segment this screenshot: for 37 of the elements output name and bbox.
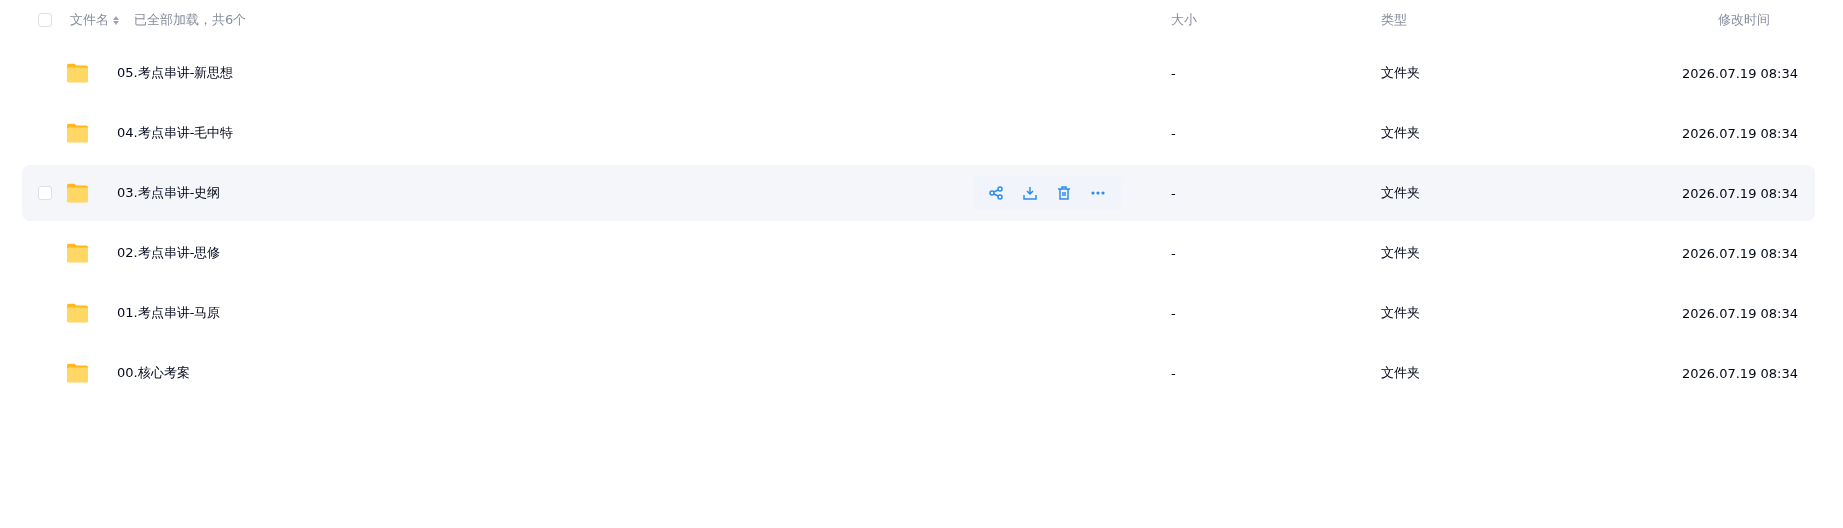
- highlighted-row[interactable]: 03.考点串讲-史纲 - 文件夹 2026.07.19 08:34: [22, 165, 1815, 221]
- size-cell-text: -: [1171, 245, 1177, 261]
- type-cell-text: 文件夹: [1381, 304, 1421, 322]
- trash-icon: [1057, 186, 1071, 200]
- size-cell-text: -: [1171, 125, 1177, 141]
- modified-cell-text: 2026.07.19 08:34: [1680, 125, 1798, 141]
- download-icon: [1023, 186, 1037, 200]
- file-name[interactable]: 05.考点串讲-新思想: [117, 64, 234, 82]
- file-name[interactable]: 04.考点串讲-毛中特: [117, 124, 234, 142]
- modified-cell-text: 2026.07.19 08:34: [1680, 65, 1798, 81]
- load-status: 已全部加载，共6个: [134, 11, 247, 29]
- size-cell-text: -: [1171, 365, 1177, 381]
- sort-icon[interactable]: [113, 15, 119, 25]
- modified-cell-text: 2026.07.19 08:34: [1680, 305, 1798, 321]
- type-cell-text: 文件夹: [1381, 64, 1421, 82]
- more-icon: [1091, 191, 1105, 195]
- file-name[interactable]: 01.考点串讲-马原: [117, 304, 221, 322]
- size-cell-text: -: [1171, 305, 1177, 321]
- share-icon: [989, 186, 1003, 200]
- size-column-header: 大小: [1171, 11, 1198, 29]
- size-cell-text: -: [1171, 185, 1177, 201]
- type-cell-text: 文件夹: [1381, 244, 1421, 262]
- modified-column-header: 修改时间: [1717, 11, 1771, 29]
- name-column-header[interactable]: 文件名: [70, 11, 109, 29]
- file-name[interactable]: 02.考点串讲-思修: [117, 244, 221, 262]
- modified-cell-text: 2026.07.19 08:34: [1680, 185, 1798, 201]
- modified-cell-text: 2026.07.19 08:34: [1680, 245, 1798, 261]
- select-all-checkbox[interactable]: [38, 13, 52, 27]
- size-cell-text: -: [1171, 65, 1177, 81]
- file-name[interactable]: 03.考点串讲-史纲: [117, 184, 221, 202]
- type-column-header: 类型: [1381, 11, 1408, 29]
- modified-cell-text: 2026.07.19 08:34: [1680, 365, 1798, 381]
- file-name[interactable]: 00.核心考案: [117, 364, 190, 382]
- row-checkbox[interactable]: [38, 186, 52, 200]
- type-cell-text: 文件夹: [1381, 124, 1421, 142]
- type-cell-text: 文件夹: [1381, 364, 1421, 382]
- type-cell-text: 文件夹: [1381, 184, 1421, 202]
